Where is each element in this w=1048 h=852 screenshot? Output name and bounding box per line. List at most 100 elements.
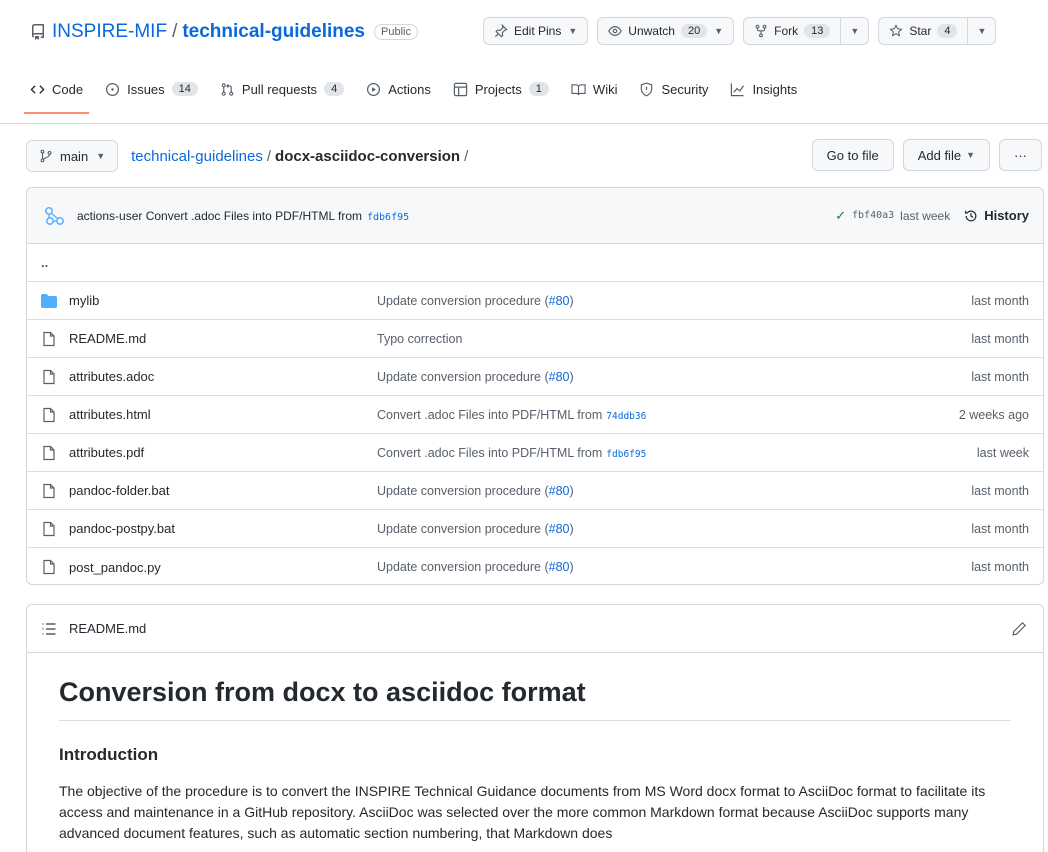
pull-request-link[interactable]: #80 <box>549 560 570 574</box>
chevron-down-icon: ▼ <box>850 26 860 36</box>
file-row[interactable]: pandoc-folder.bat Update conversion proce… <box>27 472 1043 510</box>
commit-text: Update conversion procedure ( <box>377 293 549 308</box>
star-button[interactable]: Star 4 <box>878 17 969 45</box>
breadcrumb-separator: / <box>266 147 272 165</box>
tab-wiki[interactable]: Wiki <box>571 72 617 106</box>
file-navigation: main ▼ technical-guidelines / docx-ascii… <box>26 139 1042 173</box>
chevron-down-icon: ▼ <box>96 151 106 161</box>
repo-name-link[interactable]: technical-guidelines <box>182 21 365 43</box>
file-name-link[interactable]: README.md <box>69 331 369 346</box>
file-row[interactable]: attributes.adoc Update conversion procedu… <box>27 358 1043 396</box>
commit-text: Update conversion procedure ( <box>377 369 549 384</box>
tab-security[interactable]: Security <box>639 72 708 106</box>
repo-owner-link[interactable]: INSPIRE-MIF <box>52 21 167 43</box>
star-icon <box>889 24 903 38</box>
parent-directory-link[interactable]: .. <box>41 255 48 270</box>
branch-select-button[interactable]: main ▼ <box>26 140 119 172</box>
file-name-link[interactable]: attributes.adoc <box>69 369 369 384</box>
file-commit-message[interactable]: Typo correction <box>377 332 466 346</box>
file-name-link[interactable]: pandoc-folder.bat <box>69 483 369 498</box>
file-name-link[interactable]: mylib <box>69 293 369 308</box>
file-commit-message[interactable]: Update conversion procedure (#80) <box>377 484 578 498</box>
book-icon <box>571 82 586 97</box>
check-icon[interactable]: ✓ <box>835 208 846 224</box>
graph-icon <box>730 82 745 97</box>
star-dropdown-button[interactable]: ▼ <box>968 17 997 45</box>
avatar[interactable] <box>41 203 67 229</box>
fork-button[interactable]: Fork 13 <box>743 17 842 45</box>
list-icon[interactable] <box>41 621 57 637</box>
commit-sha[interactable]: fbf40a3 <box>852 210 894 221</box>
file-row[interactable]: pandoc-postpy.bat Update conversion proce… <box>27 510 1043 548</box>
commit-text-end: ) <box>569 369 574 384</box>
commit-text: Convert .adoc Files into PDF/HTML from <box>377 445 603 460</box>
repo-tabs: Code Issues 14 Pull requests 4 Actions P… <box>23 72 819 124</box>
pull-request-link[interactable]: #80 <box>549 294 570 308</box>
breadcrumb-root-link[interactable]: technical-guidelines <box>131 148 263 165</box>
file-name-link[interactable]: pandoc-postpy.bat <box>69 521 369 536</box>
file-commit-message[interactable]: Update conversion procedure (#80) <box>377 294 578 308</box>
tab-label: Security <box>661 81 709 97</box>
play-icon <box>366 82 381 97</box>
file-name-link[interactable]: post_pandoc.py <box>69 560 369 575</box>
tab-count: 1 <box>528 82 549 96</box>
file-row[interactable]: attributes.pdf Convert .adoc Files into P… <box>27 434 1043 472</box>
commit-sha-link[interactable]: fdb6f95 <box>606 449 646 460</box>
add-file-button[interactable]: Add file ▼ <box>902 139 990 171</box>
edit-pins-button[interactable]: Edit Pins ▼ <box>483 17 589 45</box>
commit-message-sha[interactable]: fdb6f95 <box>367 212 409 223</box>
fork-dropdown-button[interactable]: ▼ <box>841 17 870 45</box>
repo-separator: / <box>172 21 178 42</box>
history-label: History <box>984 208 1029 223</box>
pencil-icon[interactable] <box>1011 621 1027 637</box>
tab-code[interactable]: Code <box>23 72 90 114</box>
file-row[interactable]: mylib Update conversion procedure (#80) la… <box>27 282 1043 320</box>
file-row[interactable]: attributes.html Convert .adoc Files into … <box>27 396 1043 434</box>
pull-request-link[interactable]: #80 <box>549 370 570 384</box>
unwatch-button[interactable]: Unwatch 20 ▼ <box>597 17 735 45</box>
commit-text[interactable]: Convert .adoc Files into PDF/HTML from <box>146 209 362 223</box>
file-icon <box>41 445 57 461</box>
commit-author[interactable]: actions-user <box>77 209 142 223</box>
parent-directory-row[interactable]: .. <box>27 244 1043 282</box>
tab-actions[interactable]: Actions <box>366 72 431 106</box>
pull-request-link[interactable]: #80 <box>549 522 570 536</box>
tab-insights[interactable]: Insights <box>730 72 797 106</box>
pull-request-icon <box>220 82 235 97</box>
tab-pull-requests[interactable]: Pull requests 4 <box>220 72 345 106</box>
visibility-badge: Public <box>374 24 418 40</box>
file-commit-message[interactable]: Update conversion procedure (#80) <box>377 560 578 574</box>
branch-name: main <box>60 148 89 164</box>
commit-text: Update conversion procedure ( <box>377 483 549 498</box>
file-commit-message[interactable]: Convert .adoc Files into PDF/HTML from 74… <box>377 408 646 422</box>
file-name-link[interactable]: attributes.pdf <box>69 445 369 460</box>
file-commit-age: last month <box>971 521 1029 536</box>
pull-request-link[interactable]: #80 <box>549 484 570 498</box>
history-link[interactable]: History <box>964 208 1029 223</box>
tab-projects[interactable]: Projects 1 <box>453 72 549 106</box>
commit-sha-link[interactable]: 74ddb36 <box>606 411 646 422</box>
file-commit-age: last month <box>971 293 1029 308</box>
file-name-link[interactable]: attributes.html <box>69 407 369 422</box>
file-commit-message[interactable]: Update conversion procedure (#80) <box>377 370 578 384</box>
commit-message: actions-user Convert .adoc Files into PD… <box>77 209 409 223</box>
file-rows: mylib Update conversion procedure (#80) la… <box>27 282 1043 584</box>
file-row[interactable]: README.md Typo correction last month <box>27 320 1043 358</box>
star-count: 4 <box>937 24 958 38</box>
file-commit-age: last month <box>971 331 1029 346</box>
readme-header: README.md <box>27 605 1043 653</box>
table-icon <box>453 82 468 97</box>
repo-header: INSPIRE-MIF / technical-guidelines Publi… <box>0 0 1048 124</box>
issue-icon <box>105 82 120 97</box>
file-actions: Go to file Add file ▼ ··· <box>811 139 1042 171</box>
file-row[interactable]: post_pandoc.py Update conversion procedur… <box>27 548 1043 584</box>
file-commit-message[interactable]: Update conversion procedure (#80) <box>377 522 578 536</box>
file-commit-message[interactable]: Convert .adoc Files into PDF/HTML from fd… <box>377 446 646 460</box>
tab-label: Pull requests <box>241 81 318 97</box>
chevron-down-icon: ▼ <box>966 150 975 160</box>
more-options-button[interactable]: ··· <box>999 139 1042 171</box>
star-group: Star 4 ▼ <box>878 17 997 45</box>
tab-issues[interactable]: Issues 14 <box>105 72 198 106</box>
repo-actions: Edit Pins ▼ Unwatch 20 ▼ Fork 13 ▼ Star … <box>483 17 997 45</box>
go-to-file-button[interactable]: Go to file <box>811 139 894 171</box>
